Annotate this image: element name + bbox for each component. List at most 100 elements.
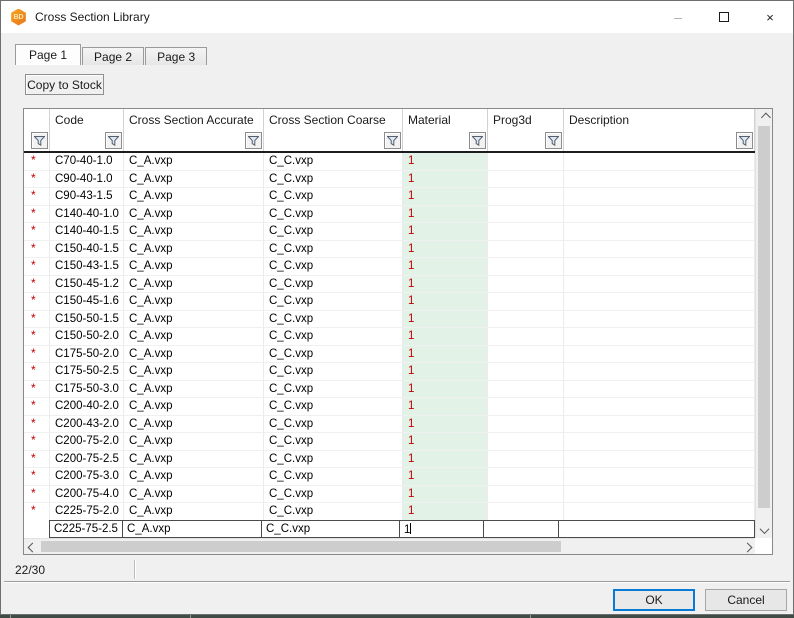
cell-description[interactable] bbox=[564, 258, 755, 276]
cell-description[interactable] bbox=[564, 293, 755, 311]
table-row[interactable]: * C150-50-2.0 C_A.vxp C_C.vxp 1 bbox=[24, 328, 755, 346]
tab-page-2[interactable]: Page 2 bbox=[82, 47, 145, 65]
cell-prog3d[interactable] bbox=[488, 258, 564, 276]
cell-accurate[interactable]: C_A.vxp bbox=[124, 170, 264, 188]
ok-button[interactable]: OK bbox=[613, 589, 695, 611]
table-row[interactable]: * C150-45-1.6 C_A.vxp C_C.vxp 1 bbox=[24, 293, 755, 311]
table-row[interactable]: * C200-43-2.0 C_A.vxp C_C.vxp 1 bbox=[24, 415, 755, 433]
table-row[interactable]: * C175-50-3.0 C_A.vxp C_C.vxp 1 bbox=[24, 380, 755, 398]
cell-coarse[interactable]: C_C.vxp bbox=[264, 468, 403, 486]
cell-prog3d[interactable] bbox=[488, 205, 564, 223]
cell-material[interactable]: 1 bbox=[403, 485, 488, 503]
cell-coarse[interactable]: C_C.vxp bbox=[264, 415, 403, 433]
cell-accurate[interactable]: C_A.vxp bbox=[124, 153, 264, 171]
cell-code[interactable]: C150-45-1.6 bbox=[50, 293, 124, 311]
header-material[interactable]: Material bbox=[403, 109, 488, 131]
filter-funnel-icon[interactable] bbox=[736, 132, 753, 149]
cell-prog3d[interactable] bbox=[488, 503, 564, 520]
row-indicator[interactable]: * bbox=[24, 275, 50, 293]
cell-coarse[interactable]: C_C.vxp bbox=[264, 188, 403, 206]
cell-description[interactable] bbox=[564, 363, 755, 381]
table-row[interactable]: * C140-40-1.0 C_A.vxp C_C.vxp 1 bbox=[24, 205, 755, 223]
scroll-left-icon[interactable] bbox=[24, 539, 40, 555]
vertical-scrollbar[interactable] bbox=[755, 109, 772, 538]
cell-code[interactable]: C175-50-2.0 bbox=[50, 345, 124, 363]
cell-accurate[interactable]: C_A.vxp bbox=[124, 275, 264, 293]
table-row[interactable]: * C150-50-1.5 C_A.vxp C_C.vxp 1 bbox=[24, 310, 755, 328]
cell-coarse[interactable]: C_C.vxp bbox=[264, 310, 403, 328]
cell-material[interactable]: 1 bbox=[403, 223, 488, 241]
row-indicator[interactable]: * bbox=[24, 310, 50, 328]
cell-material[interactable]: 1 bbox=[403, 293, 488, 311]
row-indicator[interactable]: * bbox=[24, 258, 50, 276]
row-indicator[interactable]: * bbox=[24, 293, 50, 311]
cell-prog3d[interactable] bbox=[488, 363, 564, 381]
header-cross-section-coarse[interactable]: Cross Section Coarse bbox=[264, 109, 403, 131]
cell-code[interactable]: C200-43-2.0 bbox=[50, 415, 124, 433]
cell-accurate[interactable]: C_A.vxp bbox=[124, 398, 264, 416]
cell-code[interactable]: C225-75-2.0 bbox=[50, 503, 124, 520]
cell-prog3d[interactable] bbox=[488, 380, 564, 398]
filter-funnel-icon[interactable] bbox=[245, 132, 262, 149]
cell-accurate[interactable]: C_A.vxp bbox=[124, 345, 264, 363]
cell-code[interactable]: C150-50-1.5 bbox=[50, 310, 124, 328]
cell-coarse[interactable]: C_C.vxp bbox=[264, 433, 403, 451]
cell-coarse[interactable]: C_C.vxp bbox=[264, 485, 403, 503]
cell-accurate[interactable]: C_A.vxp bbox=[124, 310, 264, 328]
maximize-icon[interactable] bbox=[701, 1, 747, 33]
row-indicator[interactable]: * bbox=[24, 328, 50, 346]
cell-material[interactable]: 1 bbox=[403, 380, 488, 398]
cell-prog3d[interactable] bbox=[488, 433, 564, 451]
edit-cell-code[interactable]: C225-75-2.5 bbox=[49, 520, 123, 538]
edit-cell-material[interactable]: 1 bbox=[399, 520, 484, 538]
edit-cell-coarse[interactable]: C_C.vxp bbox=[261, 520, 400, 538]
cell-material[interactable]: 1 bbox=[403, 345, 488, 363]
filter-funnel-icon[interactable] bbox=[31, 132, 48, 149]
filter-cell[interactable] bbox=[24, 131, 50, 151]
edit-row-indicator[interactable] bbox=[24, 520, 50, 538]
row-indicator[interactable]: * bbox=[24, 485, 50, 503]
cell-accurate[interactable]: C_A.vxp bbox=[124, 205, 264, 223]
close-icon[interactable]: × bbox=[747, 1, 793, 33]
cell-code[interactable]: C175-50-2.5 bbox=[50, 363, 124, 381]
cell-description[interactable] bbox=[564, 345, 755, 363]
cell-prog3d[interactable] bbox=[488, 223, 564, 241]
cell-coarse[interactable]: C_C.vxp bbox=[264, 380, 403, 398]
cell-code[interactable]: C150-45-1.2 bbox=[50, 275, 124, 293]
vertical-scroll-thumb[interactable] bbox=[758, 126, 770, 508]
cell-description[interactable] bbox=[564, 205, 755, 223]
cell-prog3d[interactable] bbox=[488, 310, 564, 328]
minimize-icon[interactable]: – bbox=[655, 1, 701, 33]
grid-edit-row[interactable]: C225-75-2.5 C_A.vxp C_C.vxp 1 bbox=[24, 520, 755, 538]
cell-prog3d[interactable] bbox=[488, 153, 564, 171]
cell-code[interactable]: C200-75-2.5 bbox=[50, 450, 124, 468]
table-row[interactable]: * C200-40-2.0 C_A.vxp C_C.vxp 1 bbox=[24, 398, 755, 416]
tab-page-3[interactable]: Page 3 bbox=[145, 47, 208, 65]
header-prog3d[interactable]: Prog3d bbox=[488, 109, 564, 131]
cell-accurate[interactable]: C_A.vxp bbox=[124, 240, 264, 258]
scroll-right-icon[interactable] bbox=[739, 539, 755, 555]
filter-cell[interactable] bbox=[264, 131, 403, 151]
cell-coarse[interactable]: C_C.vxp bbox=[264, 503, 403, 520]
cell-accurate[interactable]: C_A.vxp bbox=[124, 223, 264, 241]
cell-prog3d[interactable] bbox=[488, 398, 564, 416]
cell-prog3d[interactable] bbox=[488, 328, 564, 346]
cell-prog3d[interactable] bbox=[488, 345, 564, 363]
row-indicator[interactable]: * bbox=[24, 170, 50, 188]
cell-material[interactable]: 1 bbox=[403, 450, 488, 468]
horizontal-scrollbar[interactable] bbox=[24, 538, 755, 554]
cell-code[interactable]: C175-50-3.0 bbox=[50, 380, 124, 398]
cell-description[interactable] bbox=[564, 450, 755, 468]
cell-material[interactable]: 1 bbox=[403, 205, 488, 223]
row-indicator[interactable]: * bbox=[24, 153, 50, 171]
cell-description[interactable] bbox=[564, 240, 755, 258]
cell-accurate[interactable]: C_A.vxp bbox=[124, 293, 264, 311]
row-indicator[interactable]: * bbox=[24, 205, 50, 223]
cell-coarse[interactable]: C_C.vxp bbox=[264, 275, 403, 293]
row-indicator[interactable]: * bbox=[24, 223, 50, 241]
cell-accurate[interactable]: C_A.vxp bbox=[124, 450, 264, 468]
cell-coarse[interactable]: C_C.vxp bbox=[264, 363, 403, 381]
table-row[interactable]: * C90-40-1.0 C_A.vxp C_C.vxp 1 bbox=[24, 170, 755, 188]
table-row[interactable]: * C225-75-2.0 C_A.vxp C_C.vxp 1 bbox=[24, 503, 755, 520]
cell-code[interactable]: C200-75-2.0 bbox=[50, 433, 124, 451]
